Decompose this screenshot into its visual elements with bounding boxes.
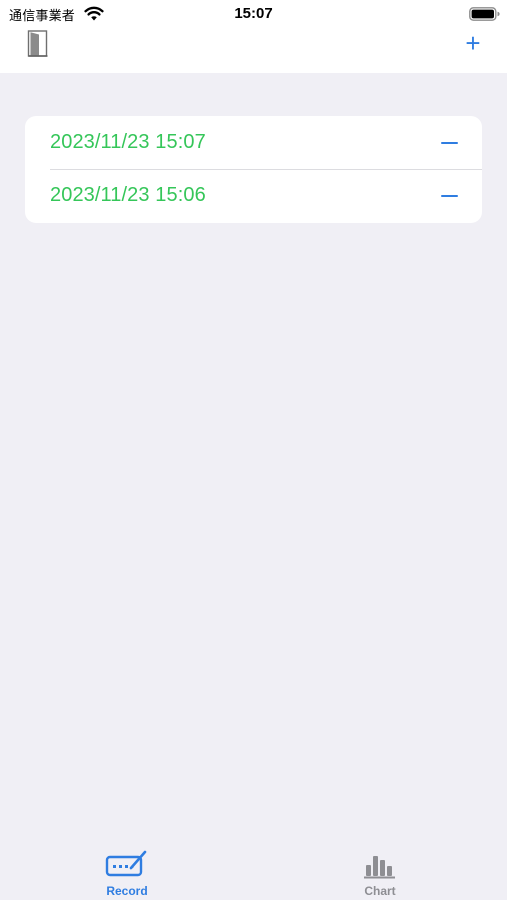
record-datetime: 2023/11/23 15:07 bbox=[50, 131, 206, 153]
tab-bar: Record Chart bbox=[0, 840, 507, 900]
door-icon[interactable] bbox=[27, 30, 49, 57]
tab-chart-label: Chart bbox=[364, 884, 396, 898]
tab-record[interactable]: Record bbox=[67, 848, 187, 900]
record-datetime: 2023/11/23 15:06 bbox=[50, 184, 206, 206]
tab-record-label: Record bbox=[106, 884, 148, 898]
plus-icon: + bbox=[465, 28, 481, 58]
status-time: 15:07 bbox=[234, 5, 273, 22]
remove-record-button[interactable] bbox=[440, 186, 458, 206]
battery-icon bbox=[469, 7, 500, 21]
list-item[interactable]: 2023/11/23 15:06 bbox=[25, 169, 482, 222]
tab-chart[interactable]: Chart bbox=[320, 848, 440, 900]
add-button[interactable]: + bbox=[460, 30, 486, 56]
minus-icon bbox=[440, 141, 458, 144]
record-pencil-icon bbox=[105, 850, 147, 877]
minus-icon bbox=[440, 194, 458, 197]
navigation-bar: + bbox=[0, 28, 507, 73]
list-item[interactable]: 2023/11/23 15:07 bbox=[25, 116, 482, 169]
remove-record-button[interactable] bbox=[440, 133, 458, 153]
status-bar: 通信事業者 15:07 bbox=[0, 0, 507, 28]
record-list: 2023/11/23 15:07 2023/11/23 15:06 bbox=[25, 116, 482, 223]
bar-chart-icon bbox=[364, 856, 395, 879]
